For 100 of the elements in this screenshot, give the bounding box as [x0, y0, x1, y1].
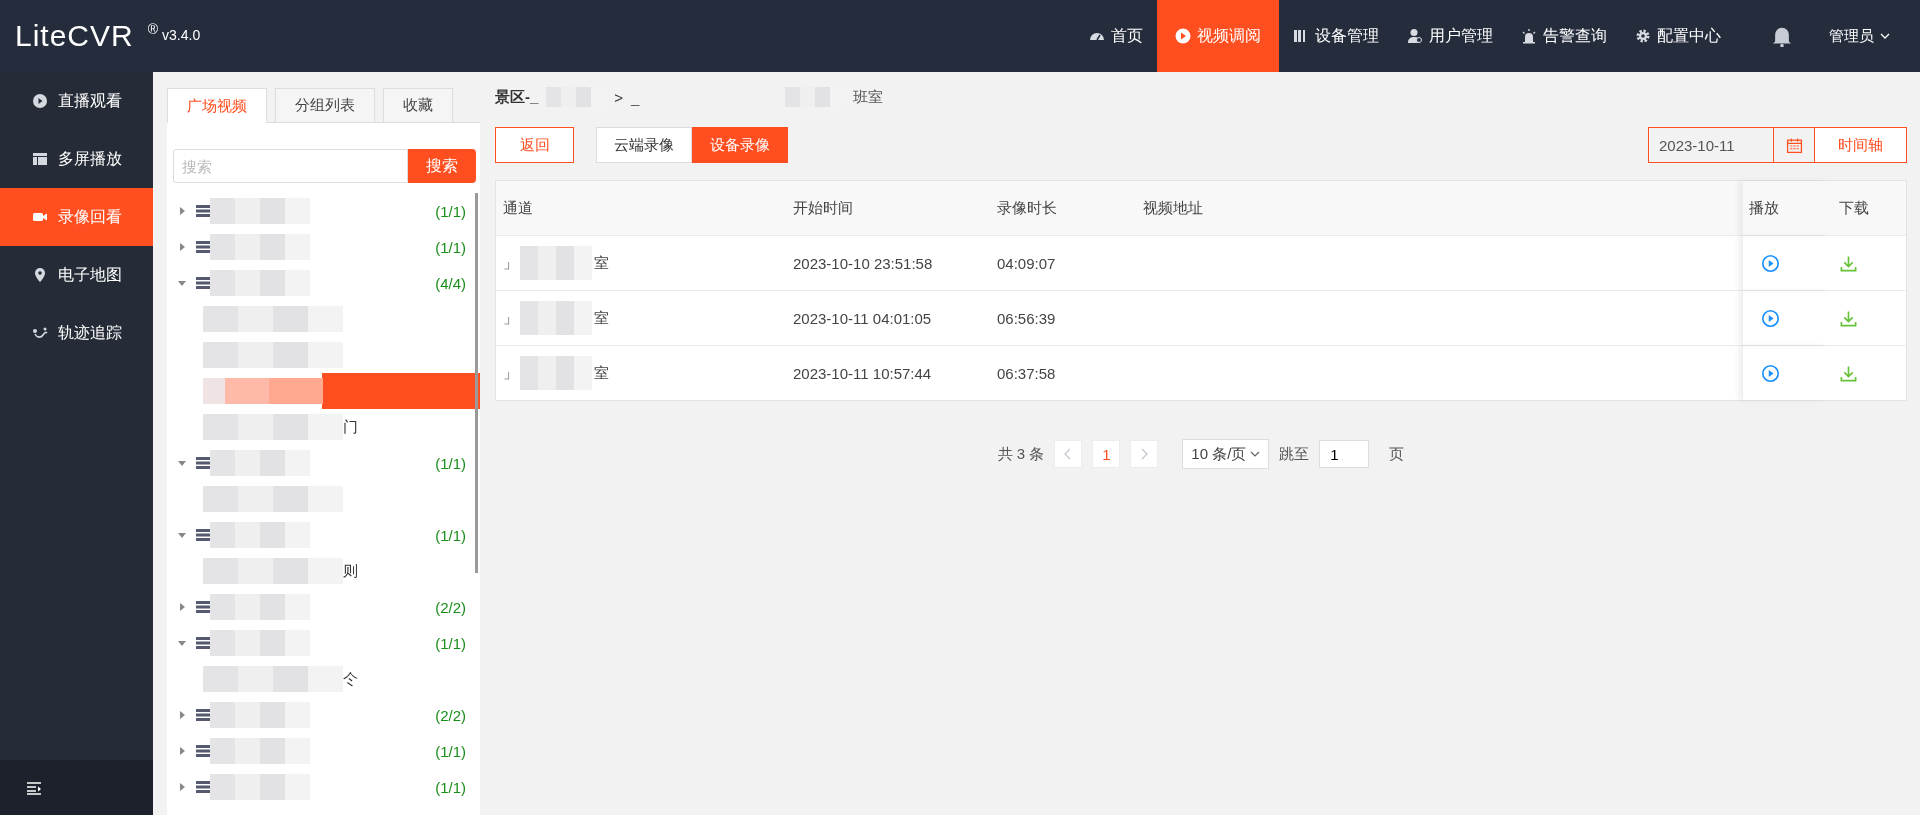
play-icon	[1175, 28, 1191, 44]
total-count: 共 3 条	[997, 444, 1045, 464]
chevron-left-icon	[1064, 448, 1073, 460]
version-label: v3.4.0	[162, 27, 201, 43]
user-menu[interactable]: 管理员	[1829, 26, 1890, 46]
download-icon[interactable]	[1839, 363, 1858, 383]
settings-icon	[1635, 28, 1651, 44]
calendar-icon	[1785, 136, 1803, 154]
caret-right-icon[interactable]	[177, 602, 187, 612]
panel-tab[interactable]: 收藏	[383, 88, 453, 122]
nav-tab[interactable]: 配置中心	[1621, 0, 1735, 72]
breadcrumb-separator: >	[614, 88, 624, 106]
online-count: (1/1)	[435, 742, 466, 760]
page-input[interactable]: 1	[1319, 440, 1370, 468]
sidebar-item[interactable]: 多屏播放	[0, 130, 153, 188]
route-icon	[32, 325, 48, 341]
alarm-icon	[1521, 28, 1537, 44]
table-cell-text: 06:56:39	[996, 309, 1057, 327]
blurred-text	[520, 356, 592, 390]
nav-tab[interactable]: 首页	[1075, 0, 1157, 72]
table-cell: 」	[503, 308, 518, 328]
caret-down-icon[interactable]	[177, 458, 187, 468]
page-size-select[interactable]: 10 条/页	[1182, 439, 1270, 469]
server-icon	[196, 780, 210, 794]
table-cell-text: 2023-10-10 23:51:58	[792, 254, 934, 272]
online-count: (1/1)	[435, 526, 466, 544]
tree-item[interactable]: 仒	[167, 661, 480, 697]
breadcrumb-item: 班室	[853, 87, 885, 107]
server-icon	[196, 528, 210, 542]
scrollbar[interactable]	[475, 193, 478, 573]
tree-item[interactable]: 门	[167, 409, 480, 445]
online-count: (1/1)	[435, 634, 466, 652]
column-header: 视频地址	[1142, 198, 1204, 218]
caret-right-icon[interactable]	[177, 782, 187, 792]
caret-right-icon[interactable]	[177, 746, 187, 756]
sidebar-item[interactable]: 电子地图	[0, 246, 153, 304]
breadcrumb-item: _	[631, 88, 641, 106]
download-icon[interactable]	[1839, 308, 1858, 328]
breadcrumb-item[interactable]: 景区-_	[495, 87, 539, 107]
user-icon	[1407, 28, 1423, 44]
panel-tab[interactable]: 分组列表	[275, 88, 375, 122]
table-cell: 」	[503, 253, 518, 273]
nav-tab[interactable]: 用户管理	[1393, 0, 1507, 72]
server-icon	[196, 240, 210, 254]
map-pin-icon	[32, 267, 48, 283]
table-cell: 室	[594, 363, 609, 383]
server-icon	[196, 744, 210, 758]
blurred-text	[520, 246, 592, 280]
play-icon[interactable]	[1761, 253, 1780, 273]
table-cell-text: 06:37:58	[996, 364, 1057, 382]
caret-down-icon[interactable]	[177, 638, 187, 648]
collapse-menu-icon[interactable]	[26, 779, 42, 796]
table-cell: 」	[503, 363, 518, 383]
caret-right-icon[interactable]	[177, 242, 187, 252]
nav-tab[interactable]: 设备管理	[1279, 0, 1393, 72]
server-icon	[196, 600, 210, 614]
column-header: 录像时长	[996, 198, 1058, 218]
column-header: 下载	[1838, 198, 1870, 218]
server-icon	[196, 456, 210, 470]
play-icon	[32, 93, 48, 109]
jump-label: 跳至	[1279, 444, 1310, 464]
logo: LiteCVR	[15, 19, 134, 53]
caret-right-icon[interactable]	[177, 206, 187, 216]
table-cell: 室	[594, 253, 609, 273]
column-header: 通道	[502, 198, 534, 218]
search-field[interactable]: 搜索	[173, 149, 408, 183]
page-unit-label: 页	[1389, 444, 1405, 464]
registered-mark: ®	[147, 21, 159, 37]
online-count: (2/2)	[435, 706, 466, 724]
table-cell: 室	[594, 308, 609, 328]
online-count: (1/1)	[435, 202, 466, 220]
play-icon[interactable]	[1761, 363, 1780, 383]
online-count: (1/1)	[435, 238, 466, 256]
chevron-down-icon	[1250, 451, 1261, 457]
caret-down-icon[interactable]	[177, 530, 187, 540]
nav-tab[interactable]: 告警查询	[1507, 0, 1621, 72]
caret-right-icon[interactable]	[177, 710, 187, 720]
online-count: (1/1)	[435, 454, 466, 472]
caret-down-icon[interactable]	[177, 278, 187, 288]
chevron-down-icon	[1880, 33, 1890, 39]
sidebar-item[interactable]: 轨迹追踪	[0, 304, 153, 362]
server-icon	[196, 636, 210, 650]
server-icon	[196, 708, 210, 722]
table-cell-text: 2023-10-11 10:57:44	[792, 364, 933, 382]
online-count: (2/2)	[435, 598, 466, 616]
table-cell-text: 2023-10-11 04:01:05	[792, 309, 933, 327]
online-count: (1/1)	[435, 778, 466, 796]
chevron-right-icon	[1140, 448, 1149, 460]
online-count: (4/4)	[435, 274, 466, 292]
layout-icon	[32, 151, 48, 167]
server-icon	[196, 276, 210, 290]
date-picker[interactable]: 2023-10-11	[1648, 127, 1815, 163]
notification-bell-icon[interactable]	[1771, 25, 1793, 47]
table-cell-text: 04:09:07	[996, 254, 1057, 272]
sidebar-item[interactable]: 直播观看	[0, 72, 153, 130]
tree-item[interactable]: 则	[167, 553, 480, 589]
play-icon[interactable]	[1761, 308, 1780, 328]
blurred-text	[520, 301, 592, 335]
download-icon[interactable]	[1839, 253, 1858, 273]
source-tab[interactable]: 云端录像	[596, 127, 692, 163]
